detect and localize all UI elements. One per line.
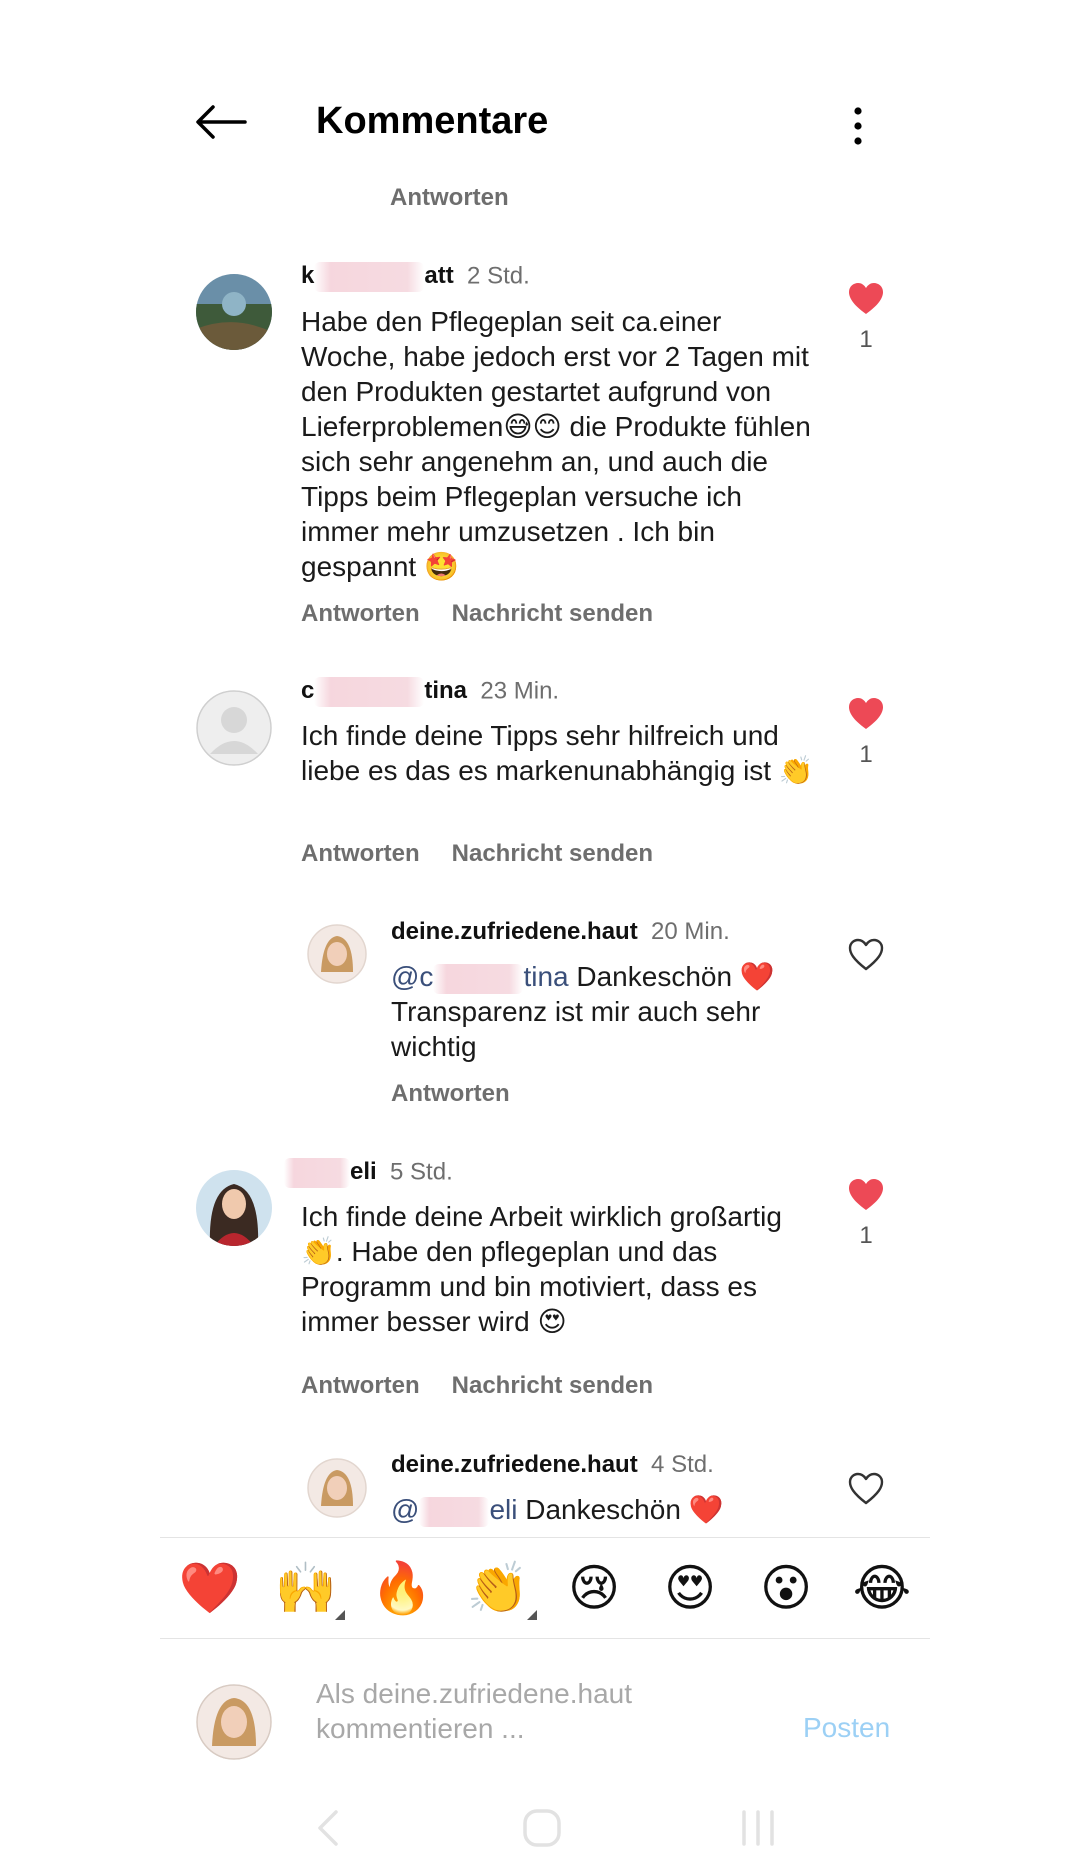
heart-outline-icon[interactable] (848, 1472, 884, 1506)
emoji-heart[interactable]: ❤️ (175, 1558, 245, 1618)
emoji-tears-of-joy[interactable]: 😂 (847, 1558, 917, 1618)
comment-time: 20 Min. (651, 918, 730, 945)
send-message-button[interactable]: Nachricht senden (452, 840, 653, 867)
emoji-raising-hands[interactable]: 🙌 (271, 1558, 345, 1620)
comment-actions: Antworten Nachricht senden (301, 600, 685, 628)
avatar (196, 1684, 272, 1760)
emoji-clapping[interactable]: 👏 (463, 1558, 537, 1620)
heart-filled-icon[interactable] (848, 697, 884, 731)
comment-input[interactable]: Als deine.zufriedene.haut kommentieren .… (316, 1676, 696, 1746)
comment-meta: k att 2 Std. (301, 262, 530, 292)
emoji-surprised[interactable]: 😮 (751, 1558, 821, 1618)
comment-actions: Antworten (391, 1080, 542, 1108)
comment-actions: Antworten Nachricht senden (301, 840, 685, 868)
comment-username[interactable]: k att (301, 262, 454, 292)
send-message-button[interactable]: Nachricht senden (452, 600, 653, 627)
mention-link[interactable]: @ eli (391, 1494, 517, 1527)
emoji-fire[interactable]: 🔥 (367, 1558, 437, 1618)
emoji-quick-bar: ❤️ 🙌 🔥 👏 😢 😍 😮 😂 (160, 1537, 930, 1639)
comment-time: 23 Min. (480, 677, 560, 705)
reply-button[interactable]: Antworten (301, 1372, 420, 1399)
comment-text: Habe den Pflegeplan seit ca.einer Woche,… (301, 306, 811, 582)
like-count: 1 (859, 1222, 873, 1249)
like-count: 1 (859, 326, 873, 353)
back-arrow-icon[interactable] (195, 104, 247, 140)
comment-username[interactable]: c tina (301, 677, 467, 707)
comment-time: 4 Std. (651, 1451, 714, 1478)
avatar[interactable] (307, 1458, 367, 1518)
mention-link[interactable]: @c tina (391, 961, 569, 994)
avatar[interactable] (307, 924, 367, 984)
comment-time: 2 Std. (467, 262, 530, 290)
reply-button[interactable]: Antworten (301, 840, 420, 867)
comment-meta: deine.zufriedene.haut 20 Min. (391, 918, 730, 946)
comment-actions: Antworten Nachricht senden (301, 1372, 685, 1400)
nav-back-icon[interactable] (312, 1808, 342, 1848)
heart-filled-icon[interactable] (848, 1178, 884, 1212)
avatar[interactable] (196, 690, 272, 766)
comment-meta: eli 5 Std. (284, 1158, 453, 1188)
send-message-button[interactable]: Nachricht senden (452, 1372, 653, 1399)
page-title: Kommentare (316, 100, 549, 142)
avatar[interactable] (196, 274, 272, 350)
emoji-crying[interactable]: 😢 (559, 1558, 629, 1618)
reply-button[interactable]: Antworten (390, 184, 509, 212)
comment-username[interactable]: eli (284, 1158, 377, 1188)
comment-meta: deine.zufriedene.haut 4 Std. (391, 1451, 714, 1479)
emoji-heart-eyes[interactable]: 😍 (655, 1558, 725, 1618)
reply-button[interactable]: Antworten (391, 1080, 510, 1107)
comment-text: @ eli Dankeschön ❤️ (391, 1494, 724, 1527)
comment-username[interactable]: deine.zufriedene.haut (391, 918, 638, 945)
heart-filled-icon[interactable] (848, 282, 884, 316)
post-button[interactable]: Posten (803, 1712, 890, 1744)
comment-meta: c tina 23 Min. (301, 677, 559, 707)
reply-button[interactable]: Antworten (301, 600, 420, 627)
comment-text: Ich finde deine Arbeit wirklich großarti… (301, 1201, 782, 1337)
comment-text: Ich finde deine Tipps sehr hilfreich und… (301, 720, 814, 786)
heart-outline-icon[interactable] (848, 938, 884, 972)
comment-text: @c tina Dankeschön ❤️ Transparenz ist mir… (391, 961, 775, 1062)
like-count: 1 (859, 741, 873, 768)
nav-recents-icon[interactable] (738, 1808, 778, 1848)
nav-home-icon[interactable] (522, 1808, 562, 1848)
more-vertical-icon[interactable] (848, 106, 868, 146)
comment-username[interactable]: deine.zufriedene.haut (391, 1451, 638, 1478)
comment-time: 5 Std. (390, 1158, 453, 1186)
avatar[interactable] (196, 1170, 272, 1246)
